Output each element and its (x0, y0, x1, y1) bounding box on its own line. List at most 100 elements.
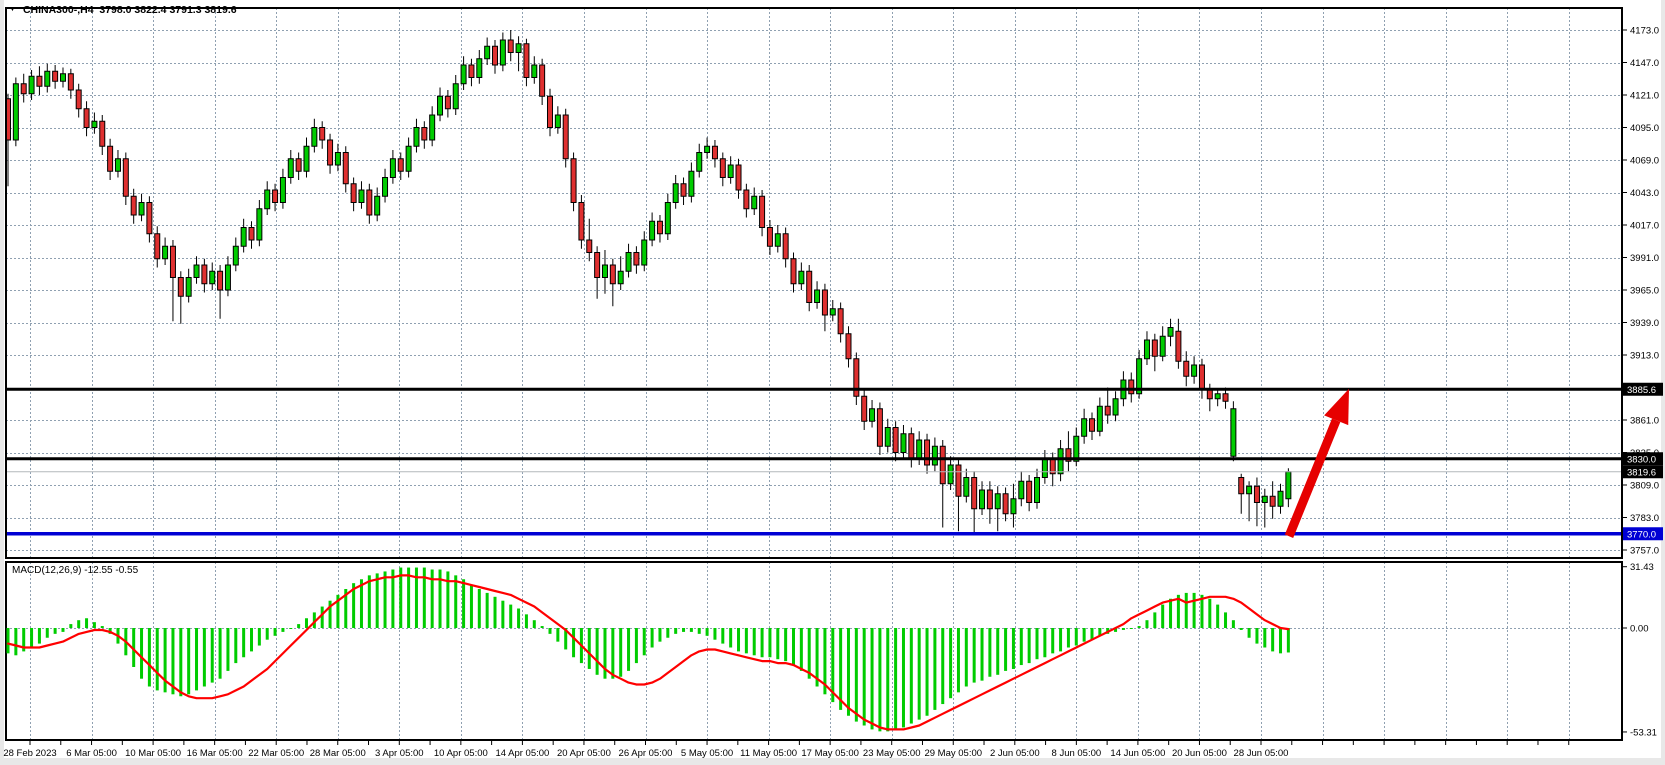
macd-histogram-bar (1216, 605, 1219, 628)
macd-histogram-bar (737, 628, 740, 651)
candle-body (1231, 409, 1236, 457)
candle-body (673, 184, 678, 203)
time-tick-label: 14 Jun 05:00 (1110, 748, 1165, 759)
candle-body (100, 121, 105, 146)
candle-body (1160, 336, 1165, 356)
macd-histogram-bar (533, 620, 536, 628)
macd-histogram-bar (643, 628, 646, 655)
macd-histogram-bar (234, 628, 237, 663)
arrow-shaft[interactable] (1289, 420, 1336, 536)
macd-histogram-bar (470, 585, 473, 628)
candle-body (288, 159, 293, 178)
macd-histogram-bar (250, 628, 253, 651)
candle-body (1035, 478, 1040, 503)
macd-histogram-bar (910, 628, 913, 724)
candle-body (108, 146, 113, 171)
macd-histogram-bar (1138, 626, 1141, 628)
macd-histogram-bar (949, 628, 952, 698)
macd-histogram-bar (1287, 628, 1290, 652)
candle-body (1042, 459, 1047, 478)
candle-body (1254, 486, 1259, 502)
macd-histogram-bar (54, 628, 57, 634)
candle-body (579, 203, 584, 241)
price-level-box-label: 3885.6 (1627, 385, 1656, 396)
candle-body (375, 196, 380, 215)
candle-body (343, 153, 348, 184)
macd-histogram-bar (808, 628, 811, 679)
candle-body (610, 265, 615, 284)
price-tick-label: 3991.0 (1630, 253, 1659, 264)
macd-histogram-bar (219, 628, 222, 679)
trend-arrow-annotation[interactable] (1289, 389, 1349, 537)
candle-body (13, 84, 18, 140)
macd-histogram-bar (996, 628, 999, 675)
macd-histogram-bar (572, 628, 575, 657)
candle-body (21, 84, 26, 94)
candle-body (932, 446, 937, 465)
macd-histogram-bar (548, 628, 551, 634)
candle-body (595, 253, 600, 278)
candle-body (1278, 491, 1283, 506)
candle-body (901, 434, 906, 453)
macd-histogram-bar (1232, 620, 1235, 628)
time-tick-label: 11 May 05:00 (740, 748, 797, 759)
macd-histogram-bar (156, 628, 159, 690)
macd-histogram-bar (1036, 628, 1039, 659)
macd-histogram-bar (46, 628, 49, 638)
price-chart-canvas[interactable]: 4173.04147.04121.04095.04069.04043.04017… (0, 0, 1665, 765)
macd-histogram-bar (627, 628, 630, 671)
candle-body (453, 84, 458, 109)
time-tick-label: 14 Apr 05:00 (495, 748, 549, 759)
macd-histogram-bar (1075, 628, 1078, 646)
candle-body (987, 490, 992, 509)
candle-body (555, 115, 560, 128)
macd-histogram-bar (784, 628, 787, 661)
macd-histogram-bar (187, 628, 190, 694)
candle-body (37, 76, 42, 86)
macd-histogram-bar (918, 628, 921, 720)
macd-histogram-bar (894, 628, 897, 729)
candle-body (626, 253, 631, 272)
candle-body (587, 240, 592, 253)
macd-histogram-bar (965, 628, 968, 687)
macd-histogram-bar (274, 628, 277, 636)
macd-histogram-bar (148, 628, 151, 687)
candle-body (131, 196, 136, 215)
macd-histogram-bar (1083, 628, 1086, 642)
symbol-header[interactable]: ▼ CHINA300-,H4 3798.0 3822.4 3791.3 3819… (9, 4, 237, 16)
candle-body (862, 396, 867, 421)
candle-body (406, 146, 411, 171)
time-tick-label: 28 Mar 05:00 (310, 748, 366, 759)
macd-histogram-bar (729, 628, 732, 648)
macd-histogram-bar (1279, 628, 1282, 653)
candle-body (1144, 340, 1149, 359)
candle-body (972, 478, 977, 509)
candle-body (351, 184, 356, 203)
candle-body (948, 465, 953, 484)
candle-body (280, 178, 285, 203)
candle-body (838, 309, 843, 334)
time-tick-label: 5 May 05:00 (681, 748, 733, 759)
candle-body (76, 90, 81, 109)
candle-body (163, 246, 168, 259)
macd-histogram-bar (776, 628, 779, 659)
candle-body (697, 153, 702, 172)
macd-signal-line (8, 575, 1288, 729)
candle-body (1113, 399, 1118, 415)
candle-body (53, 71, 58, 81)
candle-body (720, 159, 725, 178)
macd-histogram-bar (957, 628, 960, 692)
candle-body (398, 159, 403, 172)
candle-body (524, 44, 529, 78)
candle-body (799, 271, 804, 284)
macd-histogram-bar (85, 618, 88, 628)
price-tick-label: 3783.0 (1630, 513, 1659, 524)
candle-body (194, 265, 199, 278)
macd-histogram-bar (1028, 628, 1031, 663)
time-tick-label: 3 Apr 05:00 (375, 748, 424, 759)
macd-histogram-bar (1271, 628, 1274, 651)
chevron-down-icon[interactable]: ▼ (9, 5, 16, 15)
candle-body (383, 178, 388, 197)
macd-histogram-bar (1240, 628, 1243, 630)
candle-body (1129, 380, 1134, 394)
